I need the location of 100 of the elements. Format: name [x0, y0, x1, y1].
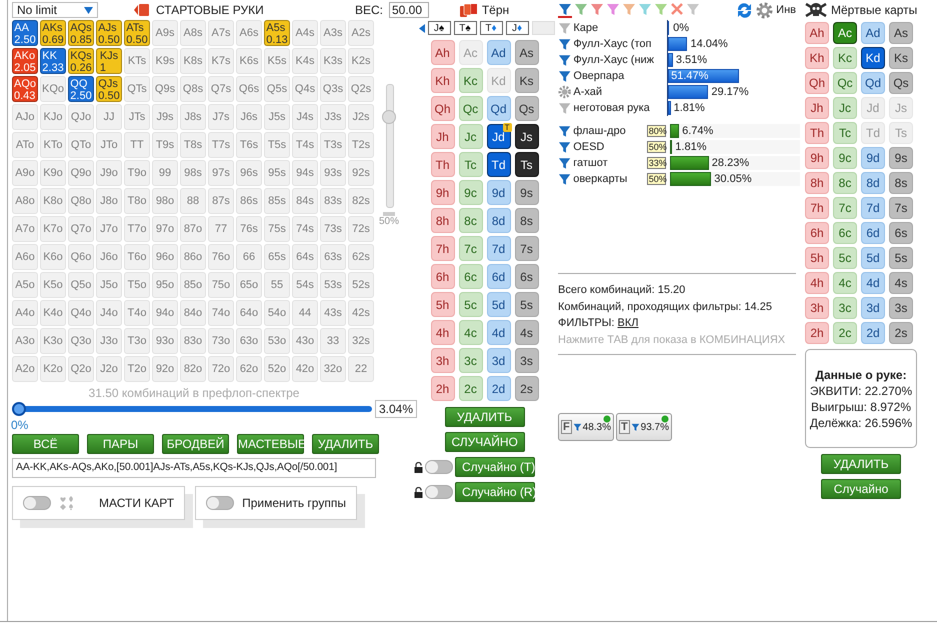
card[interactable]: Qd [486, 96, 510, 121]
hand-cell[interactable]: 33 [320, 328, 346, 354]
hand-cell[interactable]: 95o [152, 272, 178, 298]
filter-icon[interactable] [558, 172, 572, 186]
hand-cell[interactable]: J4s [292, 104, 318, 130]
inverse-label[interactable]: Инв [776, 4, 796, 16]
card[interactable]: 9d [861, 147, 885, 169]
card[interactable]: 8c [833, 172, 857, 194]
random-button[interactable]: Случайно (T) [455, 457, 535, 477]
hand-cell[interactable]: KK 2.33 [40, 48, 66, 74]
hand-cell[interactable]: 66 [236, 244, 262, 270]
hand-cell[interactable]: J3s [320, 104, 346, 130]
card[interactable]: 8c [458, 208, 482, 233]
hand-cell[interactable]: 85o [180, 272, 206, 298]
card[interactable]: 3c [458, 348, 482, 373]
card[interactable]: Th [430, 152, 454, 177]
card[interactable]: 3s [514, 348, 538, 373]
hand-cell[interactable]: Q8o [68, 188, 94, 214]
hand-cell[interactable]: J2o [96, 356, 122, 382]
hand-cell[interactable]: 44 [292, 300, 318, 326]
hand-cell[interactable]: 43o [292, 328, 318, 354]
card[interactable]: 4s [514, 320, 538, 345]
card[interactable]: 5d [486, 292, 510, 317]
card[interactable]: Jc [833, 97, 857, 119]
hand-cell[interactable]: 83o [180, 328, 206, 354]
hand-cell[interactable]: KTo [40, 132, 66, 158]
hand-cell[interactable]: K9o [40, 160, 66, 186]
hand-cell[interactable]: Q2o [68, 356, 94, 382]
hand-cell[interactable]: QTo [68, 132, 94, 158]
gear-icon[interactable] [558, 85, 572, 99]
hand-cell[interactable]: K7s [208, 48, 234, 74]
hand-cell[interactable]: 75o [208, 272, 234, 298]
card[interactable]: 5d [861, 247, 885, 269]
hand-cell[interactable]: JJ [96, 104, 122, 130]
hand-cell[interactable]: T8s [180, 132, 206, 158]
hand-cell[interactable]: QTs [124, 76, 150, 102]
hand-cell[interactable]: Q7o [68, 216, 94, 242]
card[interactable]: 8s [889, 172, 913, 194]
hand-cell[interactable]: 82s [348, 188, 374, 214]
filters-link[interactable]: ВКЛ [618, 317, 638, 329]
hand-cell[interactable]: 65o [236, 272, 262, 298]
card[interactable]: 2s [889, 322, 913, 344]
card[interactable]: As [889, 22, 913, 44]
hand-cell[interactable]: J6o [96, 244, 122, 270]
hand-cell[interactable]: T9s [152, 132, 178, 158]
hand-cell[interactable]: ATs 0.50 [124, 20, 150, 46]
hand-cell[interactable]: Q9o [68, 160, 94, 186]
hand-cell[interactable]: 32o [320, 356, 346, 382]
card[interactable]: Jc [458, 124, 482, 149]
card[interactable]: Kd [861, 47, 885, 69]
hand-cell[interactable]: 77 [208, 216, 234, 242]
hand-cell[interactable]: 73s [320, 216, 346, 242]
hand-cell[interactable]: QJs 0.50 [96, 76, 122, 102]
hand-cell[interactable]: 84o [180, 300, 206, 326]
hand-cell[interactable]: 62o [236, 356, 262, 382]
hand-cell[interactable]: 86o [180, 244, 206, 270]
hand-cell[interactable]: J5o [96, 272, 122, 298]
hand-cell[interactable]: 92s [348, 160, 374, 186]
hand-cell[interactable]: K3s [320, 48, 346, 74]
card[interactable]: 2h [430, 376, 454, 401]
card[interactable]: Ah [805, 22, 829, 44]
slider-thumb[interactable] [382, 110, 396, 124]
hand-cell[interactable]: 84s [292, 188, 318, 214]
hand-cell[interactable]: AQo 0.43 [12, 76, 38, 102]
hand-cell[interactable]: K9s [152, 48, 178, 74]
hand-cell[interactable]: 83s [320, 188, 346, 214]
card[interactable]: Jh [805, 97, 829, 119]
card[interactable]: 6s [514, 264, 538, 289]
card[interactable]: 3d [486, 348, 510, 373]
card[interactable]: 9s [514, 180, 538, 205]
card[interactable]: 8d [861, 172, 885, 194]
filter-icon[interactable] [558, 156, 572, 170]
hand-cell[interactable]: 63o [236, 328, 262, 354]
hand-cell[interactable]: 53o [264, 328, 290, 354]
board-card[interactable]: J♦ [506, 21, 528, 35]
card[interactable]: 9h [805, 147, 829, 169]
slider-track[interactable] [386, 84, 394, 208]
card[interactable]: Qh [805, 72, 829, 94]
hand-cell[interactable]: 96s [236, 160, 262, 186]
filter-icon[interactable] [558, 2, 572, 18]
filter-icon[interactable] [590, 2, 604, 18]
toggle-switch[interactable] [206, 496, 234, 510]
hand-cell[interactable]: JTo [96, 132, 122, 158]
hand-cell[interactable]: 76s [236, 216, 262, 242]
hand-cell[interactable]: T9o [124, 160, 150, 186]
hand-cell[interactable]: 86s [236, 188, 262, 214]
hand-cell[interactable]: Q3o [68, 328, 94, 354]
hand-cell[interactable]: Q6s [236, 76, 262, 102]
hand-cell[interactable]: 93o [152, 328, 178, 354]
card[interactable]: 6c [458, 264, 482, 289]
card[interactable]: 4c [458, 320, 482, 345]
board-card[interactable]: T♦ [480, 21, 502, 35]
card[interactable]: 4h [805, 272, 829, 294]
range-button[interactable]: ПАРЫ [87, 434, 154, 454]
hand-cell[interactable]: QQ 2.50 [68, 76, 94, 102]
card[interactable]: 4c [833, 272, 857, 294]
card[interactable]: 4d [486, 320, 510, 345]
hand-cell[interactable]: J4o [96, 300, 122, 326]
hand-cell[interactable]: A2s [348, 20, 374, 46]
hand-cell[interactable]: A4o [12, 300, 38, 326]
